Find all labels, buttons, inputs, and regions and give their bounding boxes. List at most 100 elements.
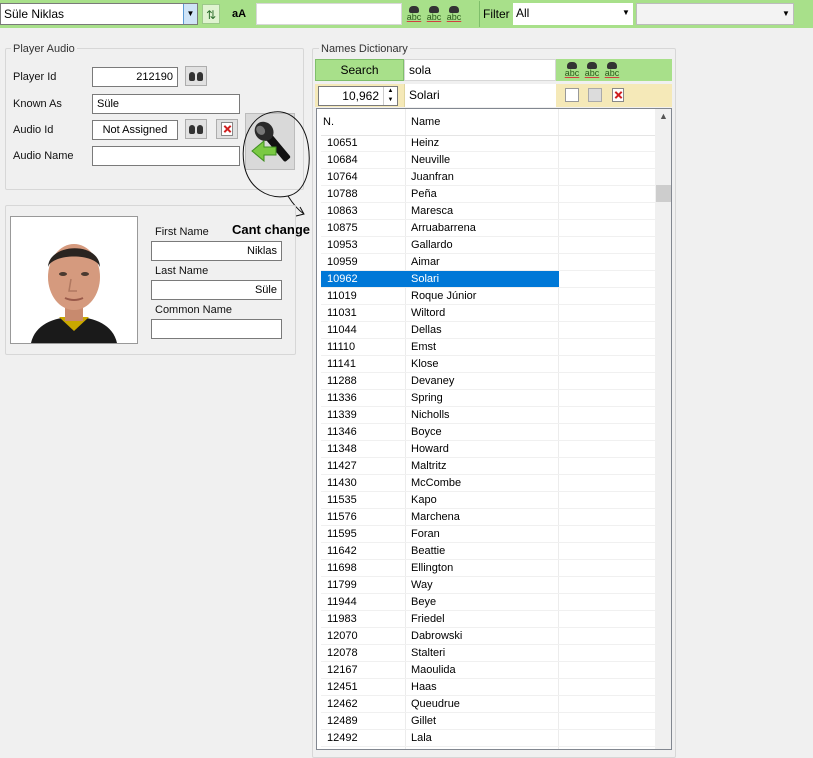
filter-select[interactable]: All ▼: [513, 3, 633, 25]
row-name: Arruabarrena: [411, 222, 476, 234]
clear-audio-button[interactable]: [216, 119, 238, 139]
table-row[interactable]: 12492 Lala: [321, 730, 658, 747]
table-row[interactable]: 12489 Gillet: [321, 713, 658, 730]
row-name: Devaney: [411, 375, 455, 387]
spellcheck-icon[interactable]: abc: [582, 61, 602, 79]
find-player-button[interactable]: [185, 66, 207, 86]
table-row[interactable]: 11346 Boyce: [321, 424, 658, 441]
search-button[interactable]: Search: [315, 59, 404, 81]
new-entry-icon[interactable]: [565, 88, 579, 102]
row-number: 11983: [327, 613, 357, 625]
table-row[interactable]: 11430 McCombe: [321, 475, 658, 492]
chevron-down-icon[interactable]: ▼: [183, 4, 197, 24]
table-row[interactable]: 11348 Howard: [321, 441, 658, 458]
spellcheck-icon[interactable]: abc: [602, 61, 622, 79]
row-number: 12070: [327, 630, 358, 642]
table-row[interactable]: 11642 Beattie: [321, 543, 658, 560]
chevron-down-icon[interactable]: ▼: [779, 4, 793, 24]
table-row[interactable]: 11110 Emst: [321, 339, 658, 356]
known-as-field[interactable]: Süle: [92, 94, 240, 114]
table-row[interactable]: 11336 Spring: [321, 390, 658, 407]
table-row[interactable]: 11698 Ellington: [321, 560, 658, 577]
text-search-input[interactable]: [256, 3, 402, 25]
column-header-name[interactable]: Name: [411, 116, 440, 128]
common-name-field[interactable]: [151, 319, 282, 339]
row-number: 11346: [327, 426, 357, 438]
chevron-down-icon[interactable]: ▼: [619, 3, 633, 23]
find-audio-button[interactable]: [185, 119, 207, 139]
table-row[interactable]: 11576 Marchena: [321, 509, 658, 526]
number-stepper[interactable]: 10,962 ▲ ▼: [318, 86, 398, 106]
swap-button[interactable]: ⇅: [202, 4, 220, 24]
table-row[interactable]: 11044 Dellas: [321, 322, 658, 339]
scroll-up-icon[interactable]: ▲: [655, 111, 671, 127]
audio-id-field[interactable]: Not Assigned: [92, 120, 178, 140]
secondary-filter-select[interactable]: ▼: [636, 3, 794, 25]
table-row[interactable]: 12167 Maoulida: [321, 662, 658, 679]
row-number: 11698: [327, 562, 357, 574]
table-row[interactable]: 10953 Gallardo: [321, 237, 658, 254]
spellcheck-icon[interactable]: abc: [404, 5, 424, 23]
table-row[interactable]: 11019 Roque Júnior: [321, 288, 658, 305]
player-selector[interactable]: Süle Niklas ▼: [0, 3, 198, 25]
binoculars-icon: [189, 71, 203, 81]
row-name: Beye: [411, 596, 437, 608]
spellcheck-icon[interactable]: abc: [562, 61, 582, 79]
row-name: Kapo: [411, 494, 437, 506]
row-number: 11944: [327, 596, 357, 608]
row-name: Beattie: [411, 545, 446, 557]
row-name: Howard: [411, 443, 449, 455]
audio-name-field[interactable]: [92, 146, 240, 166]
table-row[interactable]: 11031 Wiltord: [321, 305, 658, 322]
table-row[interactable]: 10684 Neuville: [321, 152, 658, 169]
scroll-thumb[interactable]: [656, 185, 671, 202]
table-row[interactable]: 10788 Peña: [321, 186, 658, 203]
row-number: 10651: [327, 137, 358, 149]
row-number: 10764: [327, 171, 358, 183]
stepper-arrows-icon[interactable]: ▲ ▼: [383, 87, 397, 105]
row-number: 11427: [327, 460, 357, 472]
table-row[interactable]: 11141 Klose: [321, 356, 658, 373]
table-row[interactable]: 11427 Maltritz: [321, 458, 658, 475]
filter-value: All: [516, 6, 530, 20]
table-row[interactable]: 11288 Devaney: [321, 373, 658, 390]
table-row[interactable]: 10651 Heinz: [321, 135, 658, 152]
table-row[interactable]: 10764 Juanfran: [321, 169, 658, 186]
row-number: 10962: [321, 271, 407, 287]
delete-entry-button[interactable]: [611, 88, 625, 102]
names-list[interactable]: N. Name 10651 Heinz 10684 Neuville 10764 Juan…: [316, 108, 672, 750]
selected-name-field[interactable]: Solari: [404, 84, 556, 107]
spellcheck-icon[interactable]: abc: [444, 5, 464, 23]
row-number: 11044: [327, 324, 357, 336]
table-row[interactable]: 11799 Way: [321, 577, 658, 594]
column-header-number[interactable]: N.: [323, 116, 334, 128]
table-row[interactable]: 11595 Foran: [321, 526, 658, 543]
table-row[interactable]: 10875 Arruabarrena: [321, 220, 658, 237]
common-name-label: Common Name: [155, 304, 233, 316]
row-name: McCombe: [411, 477, 462, 489]
save-entry-icon[interactable]: [588, 88, 602, 102]
table-row[interactable]: 12451 Haas: [321, 679, 658, 696]
table-row[interactable]: 12078 Stalteri: [321, 645, 658, 662]
table-row[interactable]: 10863 Maresca: [321, 203, 658, 220]
player-id-field[interactable]: 212190: [92, 67, 178, 87]
table-row[interactable]: 10959 Aimar: [321, 254, 658, 271]
row-number: 12489: [327, 715, 358, 727]
row-number: 12451: [327, 681, 358, 693]
row-number: 11642: [327, 545, 357, 557]
first-name-field[interactable]: Niklas: [151, 241, 282, 261]
table-row[interactable]: 12070 Dabrowski: [321, 628, 658, 645]
case-toggle-button[interactable]: aA: [226, 4, 252, 24]
dictionary-search-input[interactable]: sola: [404, 59, 556, 81]
row-name: Maoulida: [411, 664, 456, 676]
table-row[interactable]: 12462 Queudrue: [321, 696, 658, 713]
table-row[interactable]: 11944 Beye: [321, 594, 658, 611]
table-row[interactable]: 11535 Kapo: [321, 492, 658, 509]
table-row[interactable]: 11983 Friedel: [321, 611, 658, 628]
last-name-field[interactable]: Süle: [151, 280, 282, 300]
spellcheck-icon[interactable]: abc: [424, 5, 444, 23]
table-row[interactable]: 10962 Solari: [321, 271, 658, 288]
row-number: 12492: [327, 732, 358, 744]
table-row[interactable]: 11339 Nicholls: [321, 407, 658, 424]
list-scrollbar[interactable]: ▲: [655, 109, 671, 749]
